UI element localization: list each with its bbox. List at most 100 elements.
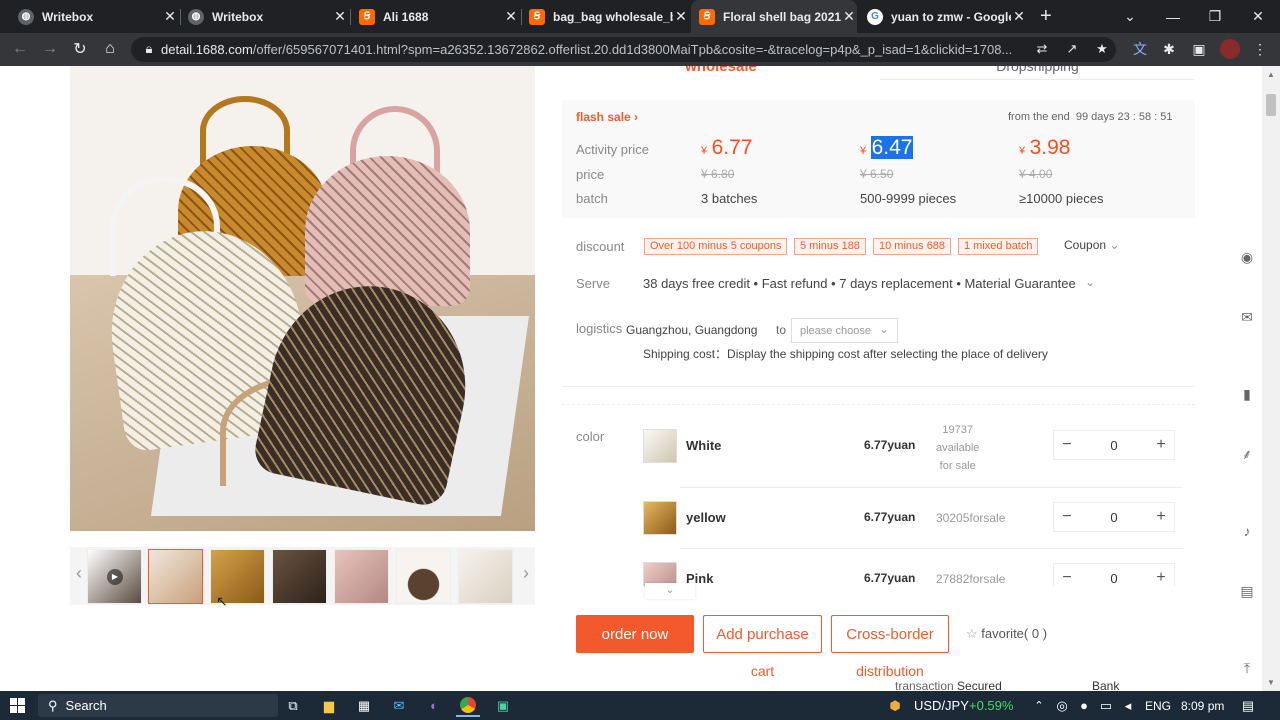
coupon-dropdown[interactable]: Coupon ⌄	[1064, 238, 1119, 252]
tab-search-icon[interactable]: ⌄	[1110, 0, 1150, 33]
chevron-left-icon[interactable]: ‹	[72, 561, 86, 585]
quantity-input[interactable]: 0	[1080, 571, 1148, 586]
chevron-right-icon[interactable]: ›	[519, 561, 533, 585]
thumbnail-video[interactable]: ▶	[87, 549, 142, 604]
plus-button[interactable]: +	[1148, 569, 1174, 586]
bookmark-icon[interactable]: ▮	[1237, 384, 1257, 404]
side-panel-icon[interactable]: ▣	[1188, 38, 1210, 60]
network-icon[interactable]: ▭	[1098, 694, 1114, 717]
close-icon[interactable]: ✕	[162, 8, 178, 25]
clock[interactable]: 8:09 pm	[1181, 694, 1224, 717]
thumbnail-4[interactable]	[334, 549, 389, 604]
quantity-input[interactable]: 0	[1080, 438, 1148, 453]
color-option-yellow: yellow 6.77yuan 30205forsale − 0 +	[643, 498, 1183, 538]
window-close-icon[interactable]: ✕	[1238, 0, 1278, 33]
expand-colors-button[interactable]: ⌄	[645, 583, 695, 599]
address-bar[interactable]: detail.1688.com/offer/659567071401.html?…	[131, 37, 1116, 62]
store-icon[interactable]: ▦	[353, 694, 375, 717]
close-icon[interactable]: ✕	[332, 8, 348, 25]
tab-writebox-2[interactable]: ◍ Writebox ✕	[188, 0, 348, 33]
tab-wholesale[interactable]: wholesale	[562, 66, 880, 80]
chrome-icon[interactable]	[456, 694, 480, 717]
scroll-down-icon[interactable]: ▼	[1267, 678, 1275, 687]
add-purchase-button[interactable]: Add purchase	[703, 615, 822, 653]
tab-bag-wholesale[interactable]: Ꞩ bag_bag wholesale_b ✕	[529, 0, 689, 33]
order-now-button[interactable]: order now	[576, 615, 694, 653]
destination-placeholder: please choose	[800, 325, 871, 337]
notifications-icon[interactable]: ▤	[1238, 694, 1258, 717]
page-scrollbar[interactable]: ▲ ▼	[1262, 66, 1280, 691]
back-icon[interactable]: ←	[8, 37, 32, 61]
share-icon[interactable]: ↗	[1062, 39, 1082, 59]
thumbnail-5[interactable]	[396, 549, 451, 604]
minus-button[interactable]: −	[1054, 436, 1080, 454]
windows-start-icon[interactable]	[6, 694, 28, 717]
play-icon: ▶	[107, 569, 123, 585]
task-view-icon[interactable]: ⧉	[282, 694, 304, 717]
quantity-input[interactable]: 0	[1080, 510, 1148, 525]
minimize-icon[interactable]: —	[1153, 0, 1193, 33]
thumbnail-1[interactable]	[148, 549, 203, 604]
chevron-down-icon[interactable]: ⌄	[1085, 275, 1095, 289]
thumbnail-6[interactable]	[458, 549, 513, 604]
camera-icon[interactable]: ◎	[1054, 694, 1070, 717]
back-to-top-icon[interactable]: ⤒	[1237, 658, 1257, 678]
google-translate-icon[interactable]: 文	[1129, 38, 1151, 60]
discount-tag[interactable]: 10 minus 688	[873, 238, 952, 255]
home-icon[interactable]: ⌂	[98, 37, 122, 61]
reload-icon[interactable]: ↻	[68, 37, 92, 61]
forward-icon[interactable]: →	[38, 37, 62, 61]
flash-sale-link[interactable]: flash sale ›	[576, 110, 638, 124]
close-icon[interactable]: ✕	[841, 8, 857, 25]
new-tab-button[interactable]: +	[1040, 0, 1060, 33]
close-icon[interactable]: ✕	[673, 8, 689, 25]
plus-button[interactable]: +	[1148, 436, 1174, 454]
chevron-up-icon[interactable]: ⌃	[1032, 694, 1046, 717]
discount-tag[interactable]: 5 minus 188	[794, 238, 866, 255]
extensions-icon[interactable]: ✱	[1158, 38, 1180, 60]
destination-select[interactable]: please choose ⌄	[791, 318, 898, 343]
scroll-up-icon[interactable]: ▲	[1267, 70, 1275, 79]
tab-yuan-to-zmw[interactable]: G yuan to zmw - Google ✕	[867, 0, 1027, 33]
message-icon[interactable]: ✉	[1237, 307, 1257, 327]
volume-icon[interactable]: ◂	[1120, 694, 1136, 717]
product-main-image[interactable]	[70, 66, 535, 531]
cross-border-button[interactable]: Cross-border	[831, 615, 949, 653]
footprint-icon[interactable]: ⸙	[1237, 444, 1257, 464]
minus-button[interactable]: −	[1054, 569, 1080, 586]
microphone-icon[interactable]: ●	[1076, 694, 1092, 717]
app-icon[interactable]: ◐	[423, 694, 445, 717]
color-thumbnail[interactable]	[643, 429, 677, 463]
minus-button[interactable]: −	[1054, 508, 1080, 526]
lock-icon[interactable]: 🔒︎	[139, 39, 159, 59]
tab-ali-1688[interactable]: Ꞩ Ali 1688 ✕	[359, 0, 519, 33]
tab-dropshipping[interactable]: Dropshipping	[880, 66, 1195, 80]
document-icon[interactable]: ▤	[1237, 581, 1257, 601]
ticker-label[interactable]: USD/JPY	[914, 694, 969, 717]
menu-icon[interactable]: ⋮	[1249, 38, 1271, 60]
favorite-button[interactable]: ☆ favorite( 0 )	[966, 626, 1047, 642]
close-icon[interactable]: ✕	[1011, 8, 1027, 25]
maximize-icon[interactable]: ❐	[1195, 0, 1235, 33]
taskbar-search-box[interactable]: ⚲ Search	[38, 694, 278, 717]
bookmark-star-icon[interactable]: ★	[1092, 39, 1112, 59]
tab-floral-shell-bag[interactable]: Ꞩ Floral shell bag 2021 l ✕	[691, 0, 857, 33]
customer-service-icon[interactable]: ◉	[1237, 247, 1257, 267]
app-icon-2[interactable]: ▣	[492, 694, 514, 717]
avatar[interactable]	[1219, 38, 1241, 60]
tab-writebox-1[interactable]: ◍ Writebox ✕	[18, 0, 178, 33]
translate-icon[interactable]: ⇄	[1032, 39, 1052, 59]
color-thumbnail[interactable]	[643, 501, 677, 535]
file-explorer-icon[interactable]: ▆	[318, 694, 340, 717]
discount-tag[interactable]: Over 100 minus 5 coupons	[644, 238, 788, 255]
thumbnail-3[interactable]	[272, 549, 327, 604]
tier-2-batch: 500-9999 pieces	[860, 191, 957, 206]
close-icon[interactable]: ✕	[503, 8, 519, 25]
scrollbar-thumb[interactable]	[1266, 94, 1276, 116]
batch-label: batch	[576, 191, 608, 206]
language-indicator[interactable]: ENG	[1145, 694, 1171, 717]
mail-icon[interactable]: ✉	[388, 694, 410, 717]
plus-button[interactable]: +	[1148, 508, 1174, 526]
notification-bell-icon[interactable]: ♪	[1237, 521, 1257, 541]
discount-tag[interactable]: 1 mixed batch	[958, 238, 1039, 255]
